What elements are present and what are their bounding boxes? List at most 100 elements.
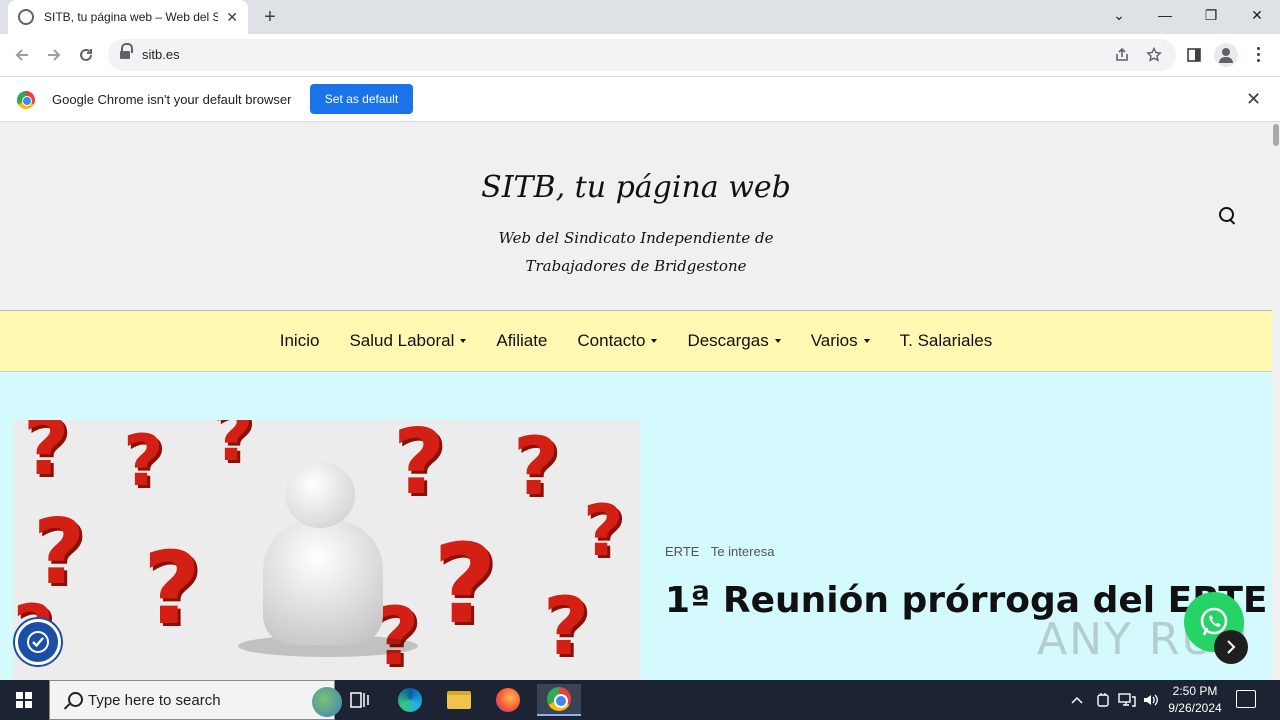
browser-menu-icon[interactable] <box>1252 46 1266 64</box>
new-tab-button[interactable]: + <box>258 6 282 28</box>
device-icon <box>1097 693 1109 707</box>
set-as-default-button[interactable]: Set as default <box>310 84 413 114</box>
nav-item-label: T. Salariales <box>899 331 993 350</box>
taskbar-clock[interactable]: 2:50 PM 9/26/2024 <box>1160 683 1230 717</box>
task-view-icon <box>350 692 369 708</box>
nav-item-descargas[interactable]: Descargas <box>687 331 781 351</box>
search-icon <box>64 692 83 710</box>
profile-avatar-icon[interactable] <box>1214 43 1238 67</box>
nav-item-label: Salud Laboral <box>349 331 455 350</box>
notification-center-icon[interactable] <box>1236 690 1256 708</box>
nav-item-label: Afiliate <box>496 331 548 350</box>
tab-close-icon[interactable]: ✕ <box>226 9 238 26</box>
nav-item-label: Descargas <box>687 331 769 350</box>
infobar-message: Google Chrome isn't your default browser <box>52 92 292 107</box>
address-bar[interactable]: sitb.es <box>108 39 1176 71</box>
chrome-icon <box>547 687 571 711</box>
nav-item-varios[interactable]: Varios <box>811 331 870 351</box>
caret-down-icon <box>774 339 781 343</box>
nav-item-label: Varios <box>810 331 858 350</box>
edge-icon <box>398 688 422 712</box>
question-mark-shape: ? <box>393 420 446 515</box>
close-window-button[interactable]: ✕ <box>1234 0 1280 30</box>
default-browser-infobar: Google Chrome isn't your default browser… <box>0 76 1280 122</box>
question-mark-shape: ? <box>583 490 624 572</box>
figure-head-shape <box>285 462 355 528</box>
nav-item-label: Inicio <box>279 331 320 350</box>
accessibility-check-icon <box>27 631 49 653</box>
minimize-button[interactable]: — <box>1142 0 1188 30</box>
site-description: Web del Sindicato Independiente de Traba… <box>498 229 774 275</box>
bookmark-star-icon[interactable] <box>1146 47 1162 63</box>
search-icon[interactable] <box>1218 206 1238 226</box>
clock-date: 9/26/2024 <box>1168 701 1222 715</box>
lock-icon[interactable] <box>120 43 133 60</box>
site-header: SITB, tu página web Web del Sindicato In… <box>0 122 1272 310</box>
page-scrollbar[interactable] <box>1272 122 1280 680</box>
tab-strip: SITB, tu página web – Web del Si ✕ + ⌄ —… <box>0 0 1280 34</box>
network-icon <box>1118 693 1136 707</box>
back-arrow-icon <box>15 49 28 61</box>
chevron-up-icon <box>1071 696 1083 704</box>
side-panel-icon[interactable] <box>1186 47 1202 63</box>
folder-icon <box>447 691 471 709</box>
taskbar-search-placeholder: Type here to search <box>88 692 221 709</box>
nav-item-t-salariales[interactable]: T. Salariales <box>900 331 993 351</box>
restore-button[interactable]: ❐ <box>1188 0 1234 30</box>
browser-toolbar: sitb.es <box>0 34 1280 76</box>
browser-tab[interactable]: SITB, tu página web – Web del Si ✕ <box>8 0 248 34</box>
show-hidden-icons-button[interactable] <box>1070 680 1084 720</box>
chrome-taskbar-button[interactable] <box>537 684 581 716</box>
back-button[interactable] <box>10 43 34 67</box>
site-favicon-icon <box>18 9 34 25</box>
main-navigation: Inicio Salud Laboral Afiliate Contacto D… <box>0 310 1272 372</box>
reload-button[interactable] <box>74 43 98 67</box>
tab-title: SITB, tu página web – Web del Si <box>44 10 219 24</box>
category-link-te-interesa[interactable]: Te interesa <box>711 544 775 559</box>
accessibility-widget-button[interactable] <box>15 619 61 665</box>
tab-search-button[interactable]: ⌄ <box>1096 0 1142 30</box>
url-text[interactable]: sitb.es <box>142 47 180 62</box>
site-title[interactable]: SITB, tu página web <box>0 170 1272 205</box>
question-mark-shape: ? <box>513 420 560 513</box>
web-page: SITB, tu página web Web del Sindicato In… <box>0 122 1272 680</box>
next-slide-button[interactable] <box>1214 630 1248 664</box>
nav-item-inicio[interactable]: Inicio <box>280 331 320 351</box>
tray-device-button[interactable] <box>1096 680 1110 720</box>
scrollbar-thumb[interactable] <box>1273 124 1279 146</box>
question-mark-shape: ? <box>23 420 70 493</box>
caret-down-icon <box>460 339 467 343</box>
figure-body-shape <box>263 520 383 645</box>
forward-arrow-icon <box>48 49 61 61</box>
start-button[interactable] <box>0 680 48 720</box>
caret-down-icon <box>651 339 658 343</box>
taskbar-search-box[interactable]: Type here to search <box>49 680 342 720</box>
file-explorer-taskbar-button[interactable] <box>439 684 479 716</box>
edge-taskbar-button[interactable] <box>390 684 430 716</box>
post-featured-image[interactable]: ? ? ? ? ? ? ? ? ? ? ? ? <box>13 420 640 680</box>
speaker-icon <box>1144 694 1158 706</box>
nav-item-afiliate[interactable]: Afiliate <box>496 331 547 351</box>
forward-button[interactable] <box>42 43 66 67</box>
task-view-button[interactable] <box>340 684 380 716</box>
volume-button[interactable] <box>1142 680 1160 720</box>
firefox-icon <box>496 688 520 712</box>
category-link-erte[interactable]: ERTE <box>665 544 699 559</box>
nav-item-contacto[interactable]: Contacto <box>577 331 658 351</box>
network-button[interactable] <box>1118 680 1136 720</box>
search-highlight-icon <box>312 687 342 717</box>
question-mark-shape: ? <box>123 420 164 502</box>
nav-item-label: Contacto <box>577 331 646 350</box>
windows-taskbar: Type here to search 2:50 PM 9/26/2024 <box>0 680 1280 720</box>
windows-logo-icon <box>16 692 32 708</box>
share-icon[interactable] <box>1114 47 1130 63</box>
question-mark-shape: ? <box>143 530 202 647</box>
question-mark-shape: ? <box>543 580 590 673</box>
post-categories: ERTE Te interesa <box>665 544 782 559</box>
reload-icon <box>80 48 92 61</box>
firefox-taskbar-button[interactable] <box>488 684 528 716</box>
infobar-close-icon[interactable]: ✕ <box>1246 89 1261 110</box>
caret-down-icon <box>863 339 870 343</box>
nav-item-salud-laboral[interactable]: Salud Laboral <box>349 331 467 351</box>
chrome-logo-icon <box>17 91 35 109</box>
